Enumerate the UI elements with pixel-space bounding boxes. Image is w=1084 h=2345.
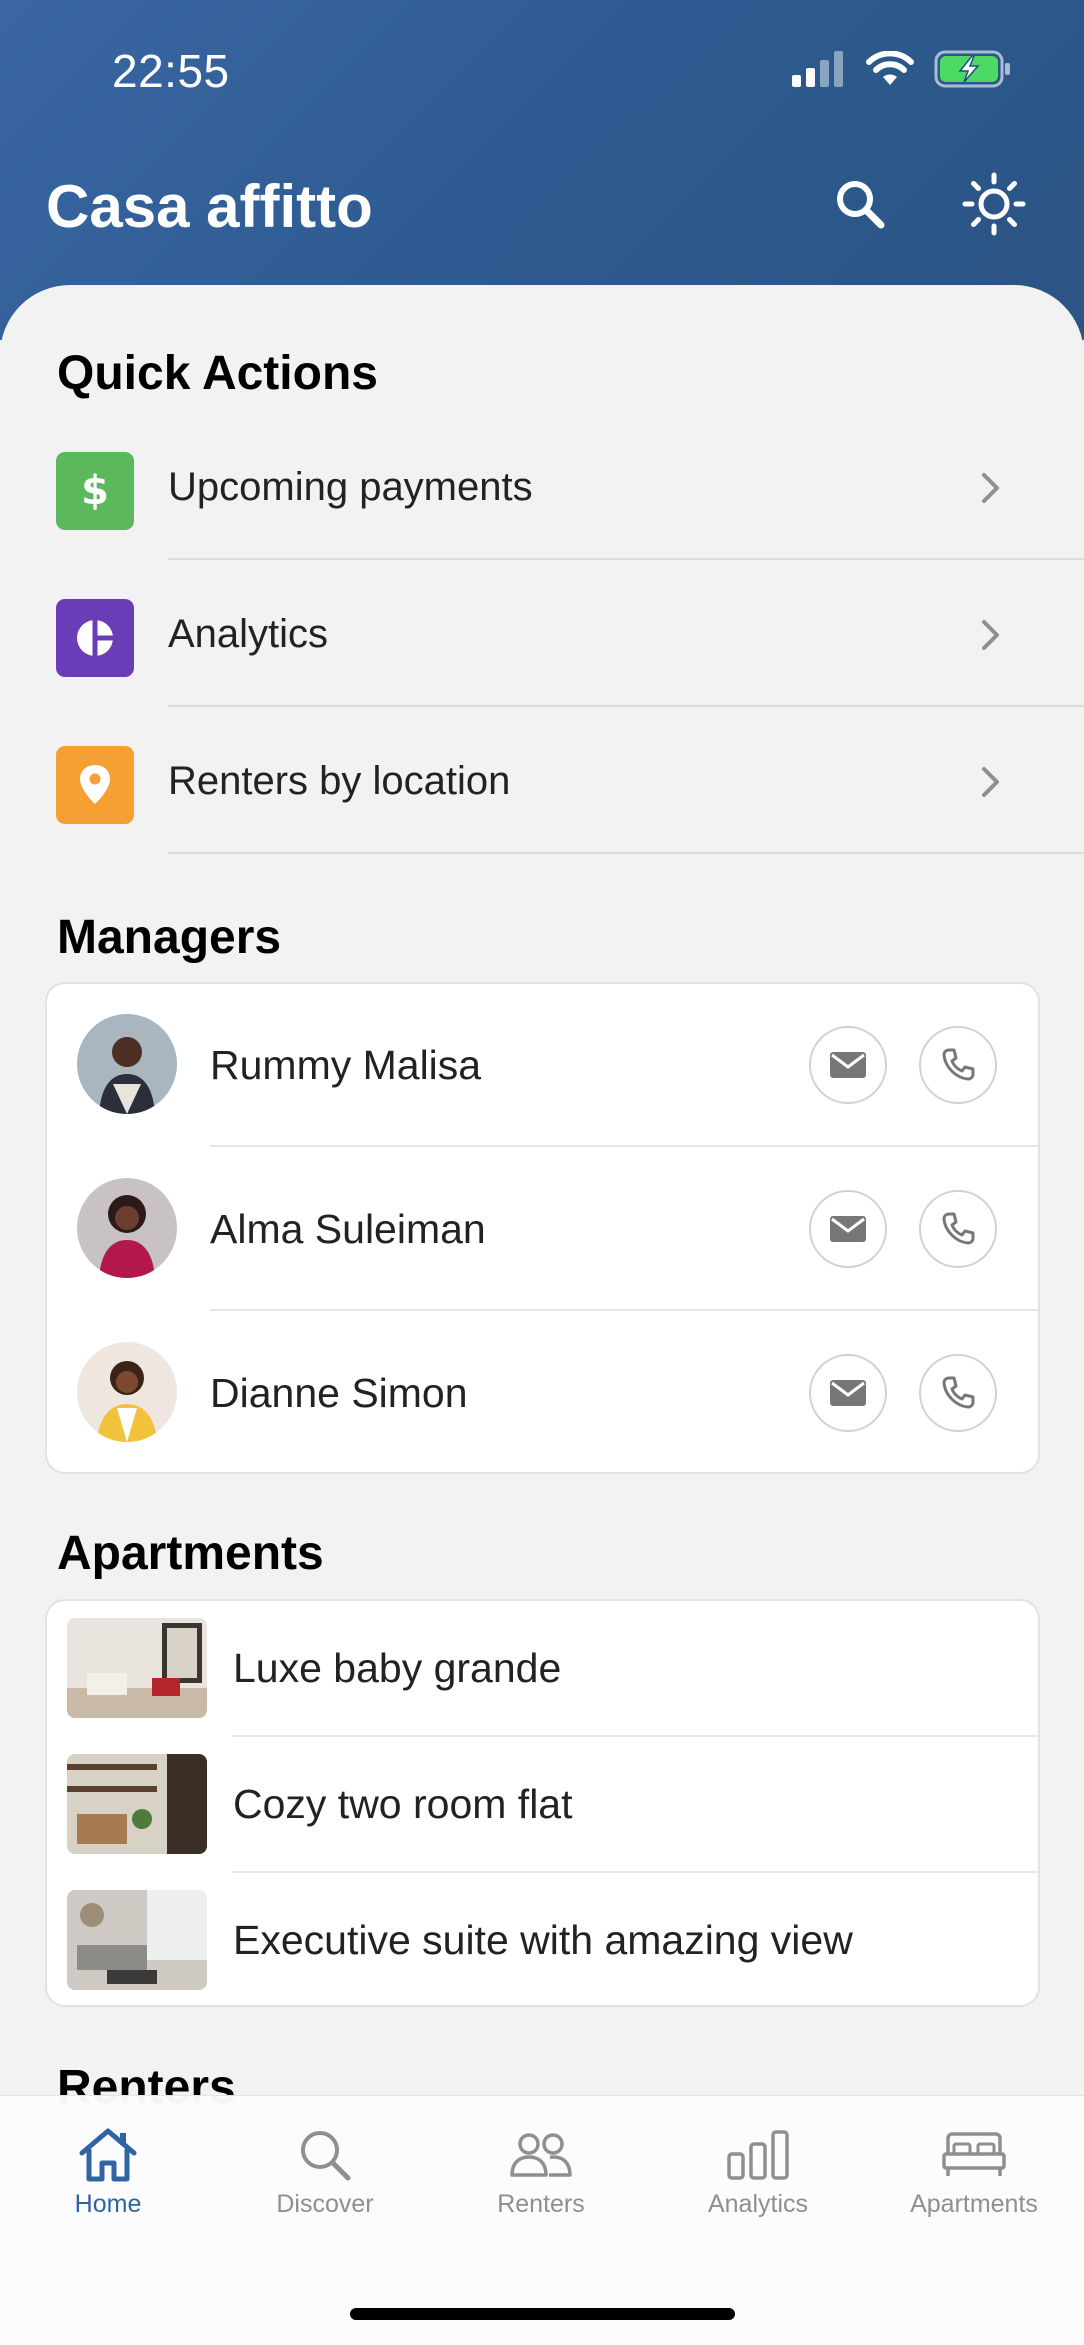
app-title: Casa affitto bbox=[46, 173, 373, 240]
email-button[interactable] bbox=[809, 1026, 887, 1104]
battery-charging-icon bbox=[934, 50, 1010, 88]
manager-row[interactable]: Rummy Malisa bbox=[47, 984, 1038, 1147]
bed-icon bbox=[942, 2126, 1006, 2184]
manager-name: Rummy Malisa bbox=[210, 1042, 482, 1088]
bar-chart-icon bbox=[726, 2126, 790, 2184]
phone-icon bbox=[942, 1212, 975, 1245]
manager-name: Alma Suleiman bbox=[210, 1206, 486, 1252]
manager-row[interactable]: Alma Suleiman bbox=[47, 1148, 1038, 1311]
pie-chart-icon bbox=[56, 599, 134, 677]
manager-row[interactable]: Dianne Simon bbox=[47, 1312, 1038, 1472]
chevron-right-icon bbox=[982, 620, 999, 650]
divider bbox=[168, 852, 1084, 854]
email-button[interactable] bbox=[809, 1190, 887, 1268]
divider bbox=[210, 1309, 1038, 1311]
signal-icon bbox=[792, 51, 843, 87]
apartment-row[interactable]: Cozy two room flat bbox=[47, 1737, 1038, 1873]
status-icons bbox=[792, 50, 1012, 88]
apartment-name: Cozy two room flat bbox=[233, 1781, 573, 1827]
chevron-right-icon bbox=[982, 473, 999, 503]
envelope-icon bbox=[830, 1380, 866, 1406]
email-button[interactable] bbox=[809, 1354, 887, 1432]
divider bbox=[210, 1145, 1038, 1147]
tab-apartments[interactable]: Apartments bbox=[874, 2126, 1074, 2236]
search-icon bbox=[293, 2126, 357, 2184]
quick-actions-title: Quick Actions bbox=[57, 347, 378, 400]
tab-label: Home bbox=[74, 2190, 142, 2218]
avatar bbox=[77, 1178, 177, 1278]
home-indicator bbox=[350, 2308, 735, 2320]
apartment-photo bbox=[67, 1618, 207, 1718]
quick-action-label: Renters by location bbox=[168, 759, 511, 803]
quick-action-upcoming-payments[interactable]: $ Upcoming payments bbox=[0, 413, 1084, 560]
manager-name: Dianne Simon bbox=[210, 1370, 468, 1416]
quick-action-renters-by-location[interactable]: Renters by location bbox=[0, 707, 1084, 854]
apartment-photo bbox=[67, 1754, 207, 1854]
theme-toggle-button[interactable] bbox=[962, 172, 1026, 236]
status-bar: 22:55 bbox=[0, 0, 1084, 140]
managers-card: Rummy Malisa Alma Suleiman Dianne Simon bbox=[45, 982, 1040, 1474]
tab-label: Apartments bbox=[910, 2190, 1038, 2218]
apartment-name: Luxe baby grande bbox=[233, 1645, 562, 1691]
search-icon bbox=[837, 181, 885, 229]
chevron-right-icon bbox=[982, 767, 999, 797]
quick-action-label: Upcoming payments bbox=[168, 465, 533, 509]
call-button[interactable] bbox=[919, 1354, 997, 1432]
call-button[interactable] bbox=[919, 1026, 997, 1104]
envelope-icon bbox=[830, 1052, 866, 1078]
apartment-name: Executive suite with amazing view bbox=[233, 1917, 853, 1963]
home-icon bbox=[76, 2126, 140, 2184]
dollar-icon: $ bbox=[56, 452, 134, 530]
people-icon bbox=[509, 2126, 573, 2184]
quick-action-analytics[interactable]: Analytics bbox=[0, 560, 1084, 707]
tab-label: Analytics bbox=[707, 2190, 809, 2218]
apartments-title: Apartments bbox=[57, 1527, 324, 1580]
managers-title: Managers bbox=[57, 911, 282, 964]
apartments-card: Luxe baby grande Cozy two room flat Exec… bbox=[45, 1599, 1040, 2007]
quick-action-label: Analytics bbox=[168, 612, 329, 656]
avatar bbox=[77, 1014, 177, 1114]
location-pin-icon bbox=[56, 746, 134, 824]
phone-icon bbox=[942, 1376, 975, 1409]
envelope-icon bbox=[830, 1216, 866, 1242]
tab-renters[interactable]: Renters bbox=[441, 2126, 641, 2236]
tab-analytics[interactable]: Analytics bbox=[658, 2126, 858, 2236]
apartment-row[interactable]: Executive suite with amazing view bbox=[47, 1873, 1038, 2005]
wifi-icon bbox=[866, 51, 914, 85]
status-time: 22:55 bbox=[112, 45, 230, 97]
avatar bbox=[77, 1342, 177, 1442]
phone-icon bbox=[942, 1048, 975, 1081]
call-button[interactable] bbox=[919, 1190, 997, 1268]
apartment-row[interactable]: Luxe baby grande bbox=[47, 1601, 1038, 1737]
tab-discover[interactable]: Discover bbox=[225, 2126, 425, 2236]
tab-home[interactable]: Home bbox=[8, 2126, 208, 2236]
apartment-photo bbox=[67, 1890, 207, 1990]
tab-label: Discover bbox=[276, 2190, 374, 2218]
tab-label: Renters bbox=[497, 2190, 585, 2218]
search-button[interactable] bbox=[828, 172, 892, 236]
sun-icon bbox=[962, 172, 1026, 236]
